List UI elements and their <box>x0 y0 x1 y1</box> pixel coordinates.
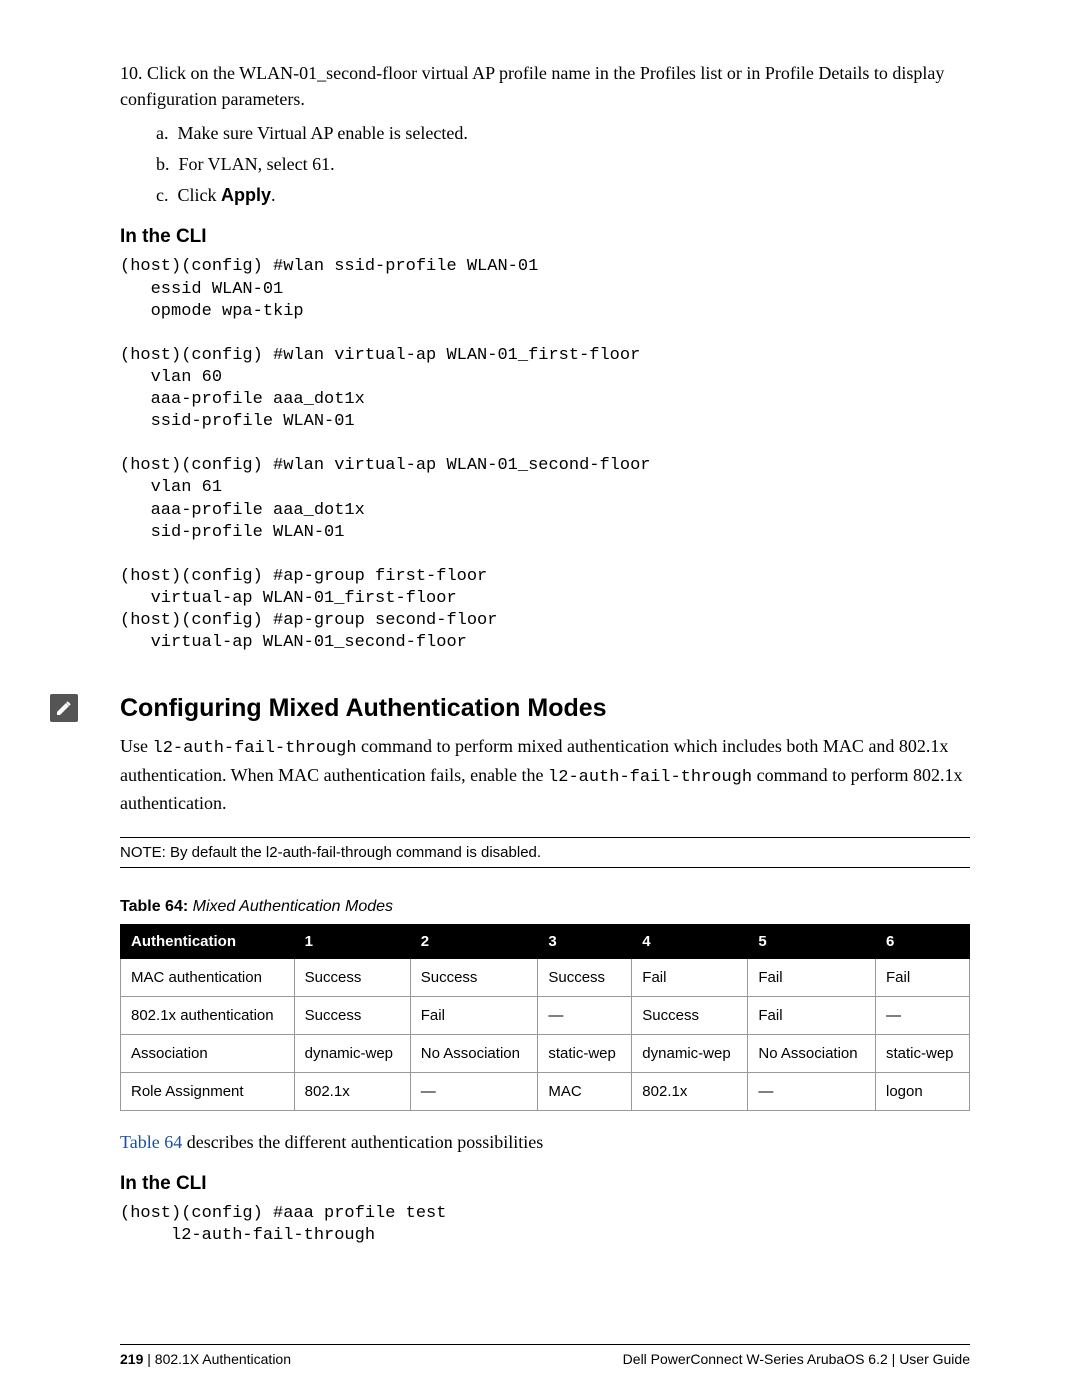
cli-block-1: (host)(config) #wlan ssid-profile WLAN-0… <box>120 256 970 654</box>
cell: 802.1x authentication <box>121 996 295 1034</box>
table-row: Association dynamic-wep No Association s… <box>121 1034 970 1072</box>
cell: Fail <box>632 958 748 996</box>
cell: Fail <box>875 958 969 996</box>
note-pencil-icon <box>50 694 78 722</box>
footer-left-text: 802.1X Authentication <box>155 1351 291 1367</box>
cell: — <box>410 1072 538 1110</box>
table-title: Mixed Authentication Modes <box>188 898 393 915</box>
sub-b: b. For VLAN, select 61. <box>156 151 970 177</box>
cell: dynamic-wep <box>294 1034 410 1072</box>
apply-label: Apply <box>221 185 271 205</box>
step-text: Click on the WLAN-01_second-floor virtua… <box>120 63 944 109</box>
cell: Fail <box>748 996 876 1034</box>
step-list: 10. Click on the WLAN-01_second-floor vi… <box>120 60 970 208</box>
cell: No Association <box>748 1034 876 1072</box>
footer-right-prefix: Dell PowerConnect W-Series ArubaOS 6.2 <box>623 1351 892 1367</box>
sub-marker: b. <box>156 154 170 174</box>
cell: Fail <box>410 996 538 1034</box>
section-heading: Configuring Mixed Authentication Modes <box>120 694 970 723</box>
sub-marker: a. <box>156 123 169 143</box>
auth-modes-table: Authentication 1 2 3 4 5 6 MAC authentic… <box>120 924 970 1111</box>
note-block: NOTE: By default the l2-auth-fail-throug… <box>120 837 970 868</box>
cell: MAC <box>538 1072 632 1110</box>
table-label: Table 64: <box>120 898 188 915</box>
table-row: Role Assignment 802.1x — MAC 802.1x — lo… <box>121 1072 970 1110</box>
cell: Role Assignment <box>121 1072 295 1110</box>
cell: MAC authentication <box>121 958 295 996</box>
cli-heading-1: In the CLI <box>120 226 970 248</box>
p1-pre: Use <box>120 736 153 756</box>
th-3: 3 <box>538 924 632 958</box>
cli-heading-2: In the CLI <box>120 1173 970 1195</box>
cell: 802.1x <box>294 1072 410 1110</box>
table-header-row: Authentication 1 2 3 4 5 6 <box>121 924 970 958</box>
table-caption: Table 64: Mixed Authentication Modes <box>120 898 970 916</box>
footer-right-suffix: User Guide <box>899 1351 970 1367</box>
step-10: 10. Click on the WLAN-01_second-floor vi… <box>120 60 970 208</box>
cell: No Association <box>410 1034 538 1072</box>
sub-a: a. Make sure Virtual AP enable is select… <box>156 120 970 146</box>
cell: Success <box>294 958 410 996</box>
th-auth: Authentication <box>121 924 295 958</box>
th-4: 4 <box>632 924 748 958</box>
cell: — <box>875 996 969 1034</box>
after-table-text: describes the different authentication p… <box>182 1132 543 1152</box>
footer-left: 219 | 802.1X Authentication <box>120 1351 291 1367</box>
cell: — <box>538 996 632 1034</box>
footer-sep: | <box>143 1351 154 1367</box>
page-footer: 219 | 802.1X Authentication Dell PowerCo… <box>120 1344 970 1367</box>
cell: dynamic-wep <box>632 1034 748 1072</box>
th-6: 6 <box>875 924 969 958</box>
step-10-sub: a. Make sure Virtual AP enable is select… <box>156 120 970 208</box>
cell: Association <box>121 1034 295 1072</box>
cell: Fail <box>748 958 876 996</box>
cell: Success <box>538 958 632 996</box>
sub-prefix: Click <box>178 185 222 205</box>
th-2: 2 <box>410 924 538 958</box>
cell: static-wep <box>538 1034 632 1072</box>
th-1: 1 <box>294 924 410 958</box>
th-5: 5 <box>748 924 876 958</box>
section-intro: Use l2-auth-fail-through command to perf… <box>120 733 970 816</box>
p1-code1: l2-auth-fail-through <box>153 739 357 758</box>
cell: Success <box>294 996 410 1034</box>
note-text: NOTE: By default the l2-auth-fail-throug… <box>120 844 541 861</box>
table-row: MAC authentication Success Success Succe… <box>121 958 970 996</box>
sub-text: Make sure Virtual AP enable is selected. <box>178 123 468 143</box>
sub-text: For VLAN, select 61. <box>179 154 335 174</box>
sub-marker: c. <box>156 185 169 205</box>
cell: Success <box>632 996 748 1034</box>
p1-code2: l2-auth-fail-through <box>548 768 752 787</box>
page-number: 219 <box>120 1351 143 1367</box>
table-ref-link[interactable]: Table 64 <box>120 1132 182 1152</box>
after-table-para: Table 64 describes the different authent… <box>120 1129 970 1155</box>
cell: logon <box>875 1072 969 1110</box>
table-row: 802.1x authentication Success Fail — Suc… <box>121 996 970 1034</box>
sub-suffix: . <box>271 185 276 205</box>
cell: Success <box>410 958 538 996</box>
cell: static-wep <box>875 1034 969 1072</box>
cell: — <box>748 1072 876 1110</box>
step-number: 10. <box>120 63 143 83</box>
footer-right: Dell PowerConnect W-Series ArubaOS 6.2 |… <box>623 1351 970 1367</box>
sub-c: c. Click Apply. <box>156 182 970 208</box>
cell: 802.1x <box>632 1072 748 1110</box>
cli-block-2: (host)(config) #aaa profile test l2-auth… <box>120 1203 970 1247</box>
